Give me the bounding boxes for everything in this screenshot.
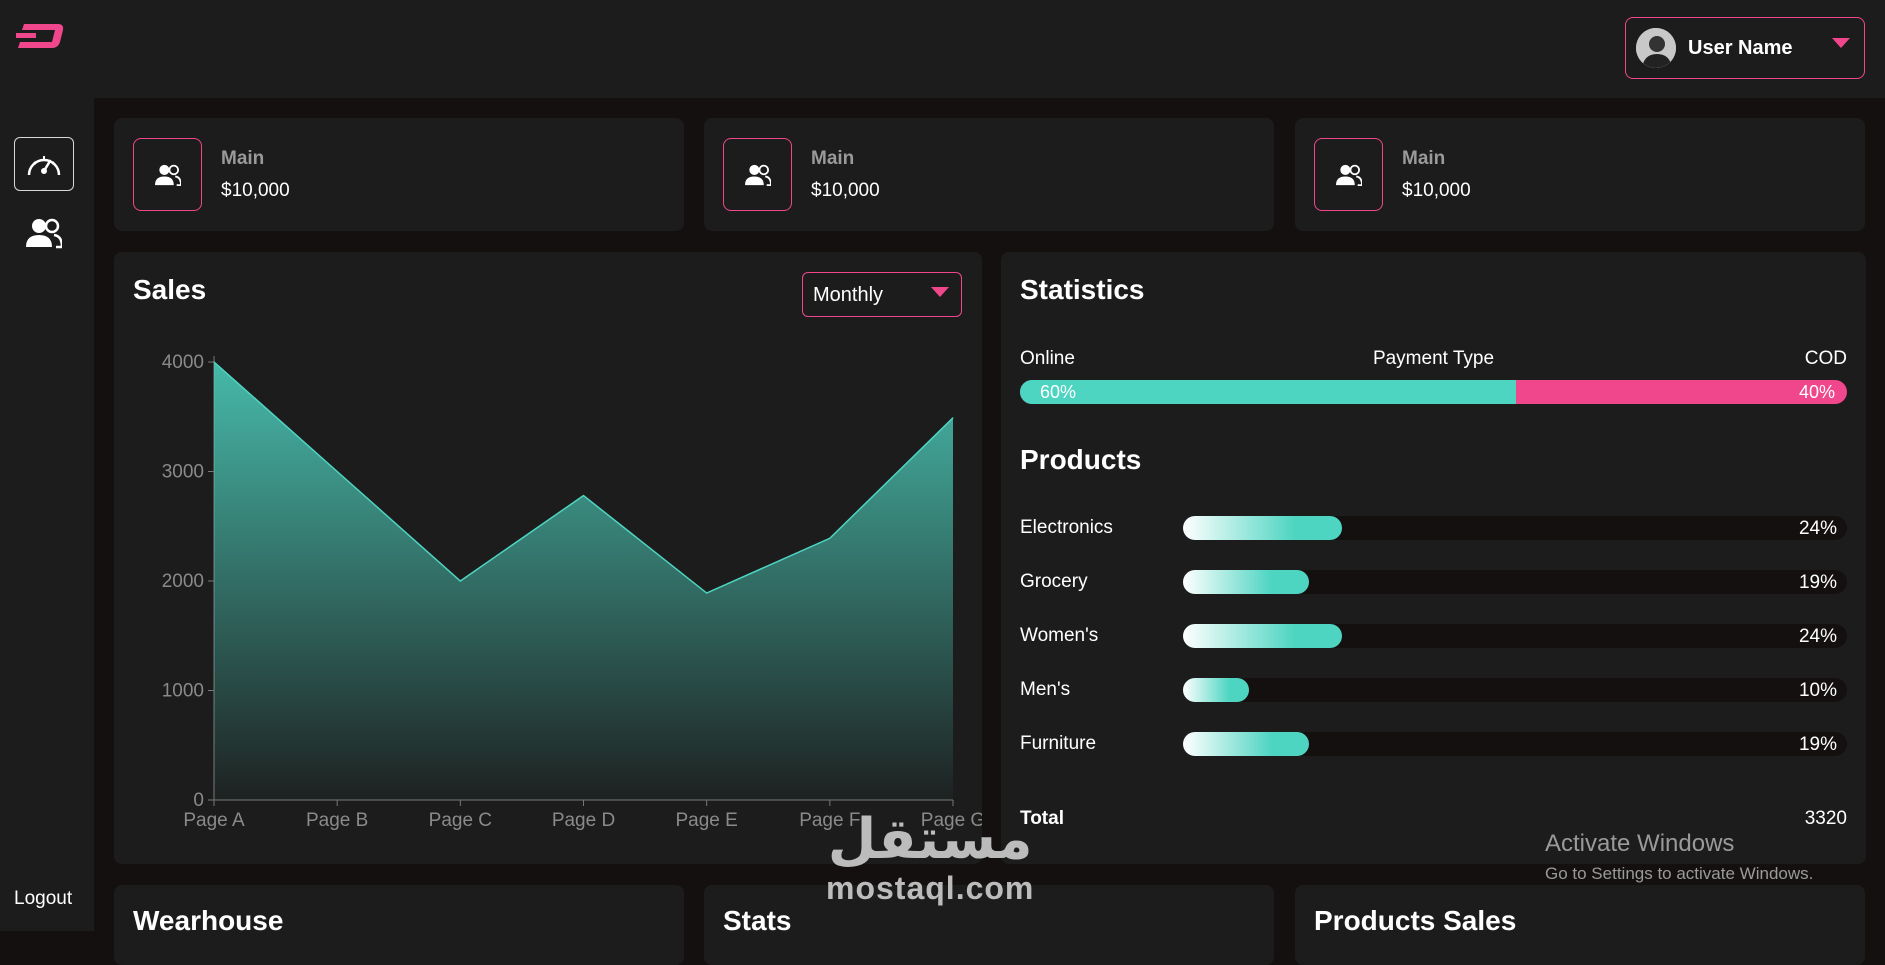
product-fill (1183, 516, 1343, 540)
payment-cod-pct: 40% (1798, 382, 1835, 402)
stat-label: Main (221, 148, 265, 169)
users-icon (1335, 164, 1362, 186)
product-name: Electronics (1020, 517, 1113, 538)
activate-windows-title: Activate Windows (1545, 830, 1735, 857)
stat-icon-box (723, 138, 792, 211)
payment-labels: Online Payment Type COD (1020, 348, 1847, 370)
product-fill (1183, 624, 1343, 648)
stat-value: $10,000 (811, 180, 880, 201)
stat-label: Main (1402, 148, 1446, 169)
warehouse-card: Wearhouse (114, 885, 684, 965)
x-tick-label: Page C (429, 810, 492, 831)
mostaql-watermark: مستقل mostaql.com (826, 810, 1034, 907)
products-sales-card: Products Sales (1295, 885, 1865, 965)
product-name: Women's (1020, 625, 1099, 646)
activate-windows-notice: Activate Windows Go to Settings to activ… (1545, 830, 1813, 884)
product-name: Men's (1020, 679, 1071, 700)
stat-icon-box (1314, 138, 1383, 211)
product-track: 24% (1183, 516, 1847, 540)
products-title: Products (1020, 444, 1142, 475)
y-tick-label: 0 (193, 790, 204, 811)
product-track: 19% (1183, 570, 1847, 594)
speedometer-icon (27, 156, 61, 176)
sales-data-point (336, 471, 338, 472)
products-sales-title: Products Sales (1314, 905, 1517, 936)
users-icon (154, 164, 181, 186)
product-fill (1183, 678, 1250, 702)
x-tick-label: Page E (676, 810, 738, 831)
product-row: Women's 24% (1020, 624, 1847, 650)
x-tick-label: Page D (552, 810, 615, 831)
user-menu-button[interactable]: User Name (1625, 17, 1865, 79)
avatar (1636, 28, 1676, 68)
sidebar: Logout (0, 0, 94, 931)
product-pct: 10% (1798, 680, 1837, 701)
sales-card: Sales Monthly 0 1000 2000 3000 4000 Page A Pag… (114, 252, 982, 864)
product-pct: 19% (1798, 572, 1837, 593)
product-row: Men's 10% (1020, 678, 1847, 704)
product-fill (1183, 570, 1310, 594)
product-track: 10% (1183, 678, 1847, 702)
product-row: Furniture 19% (1020, 732, 1847, 758)
product-pct: 24% (1798, 518, 1837, 539)
payment-online-pct: 60% (1040, 382, 1077, 402)
product-pct: 19% (1798, 734, 1837, 755)
sales-data-point (583, 495, 584, 497)
user-name: User Name (1688, 36, 1793, 59)
logout-link[interactable]: Logout (14, 888, 72, 910)
product-name: Furniture (1020, 733, 1097, 754)
watermark-url: mostaql.com (826, 870, 1035, 906)
y-tick-label: 4000 (162, 352, 204, 373)
payment-type-label: Payment Type (1372, 348, 1495, 369)
y-tick-label: 1000 (162, 681, 204, 702)
stat-value: $10,000 (1402, 180, 1471, 201)
statistics-title: Statistics (1020, 274, 1145, 305)
stat-icon-box (133, 138, 202, 211)
x-tick-label: Page A (183, 810, 245, 831)
stat-label: Main (811, 148, 855, 169)
product-name: Grocery (1020, 571, 1088, 592)
top-bar: User Name (94, 0, 1885, 98)
users-icon (26, 218, 62, 249)
payment-online-fill (1020, 380, 1517, 404)
sidebar-item-users[interactable] (14, 206, 74, 260)
sales-data-point (706, 592, 708, 594)
payment-cod-label: COD (1804, 348, 1847, 369)
payment-bar: 60% 40% (1020, 380, 1847, 404)
y-tick-label: 3000 (162, 462, 204, 483)
stat-card: Main $10,000 (704, 118, 1274, 231)
sales-data-point (459, 580, 461, 582)
x-tick-label: Page B (306, 810, 368, 831)
watermark-arabic: مستقل (827, 807, 1033, 872)
product-row: Electronics 24% (1020, 516, 1847, 542)
sales-chart: 0 1000 2000 3000 4000 Page A Page B Page C Page … (162, 352, 982, 831)
stat-card: Main $10,000 (114, 118, 684, 231)
statistics-card: Statistics Online Payment Type COD 60% 4… (1001, 252, 1866, 864)
warehouse-title: Wearhouse (133, 905, 284, 936)
y-tick-label: 2000 (162, 571, 204, 592)
brand-logo-icon[interactable] (14, 20, 66, 52)
product-fill (1183, 732, 1310, 756)
total-value: 3320 (1804, 808, 1847, 829)
product-row: Grocery 19% (1020, 570, 1847, 596)
stat-card: Main $10,000 (1295, 118, 1865, 231)
sales-data-point (952, 417, 954, 419)
product-track: 19% (1183, 732, 1847, 756)
sales-area-fill (214, 362, 953, 800)
stat-value: $10,000 (221, 180, 290, 201)
chevron-down-icon (1832, 38, 1850, 48)
users-icon (744, 164, 771, 186)
product-pct: 24% (1798, 626, 1837, 647)
stats-title: Stats (723, 905, 792, 936)
total-row: Total 3320 (1020, 808, 1847, 830)
sales-data-point (829, 537, 831, 539)
sales-data-point (213, 361, 215, 363)
activate-windows-subtitle: Go to Settings to activate Windows. (1545, 864, 1814, 883)
sidebar-item-dashboard[interactable] (14, 137, 74, 191)
product-track: 24% (1183, 624, 1847, 648)
